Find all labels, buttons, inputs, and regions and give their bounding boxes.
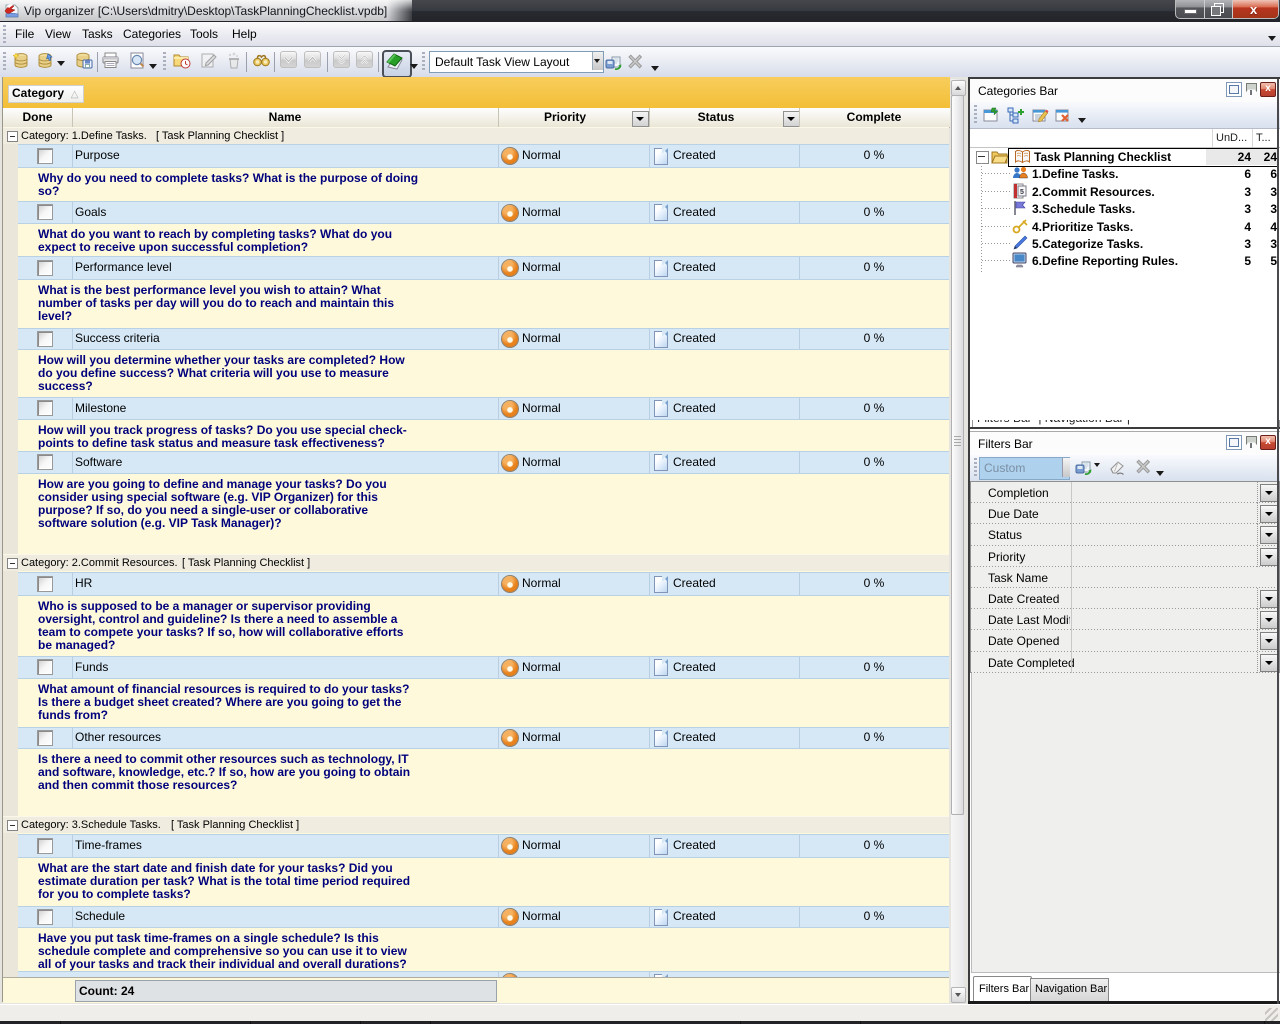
svg-text:5: 5	[1020, 189, 1024, 196]
